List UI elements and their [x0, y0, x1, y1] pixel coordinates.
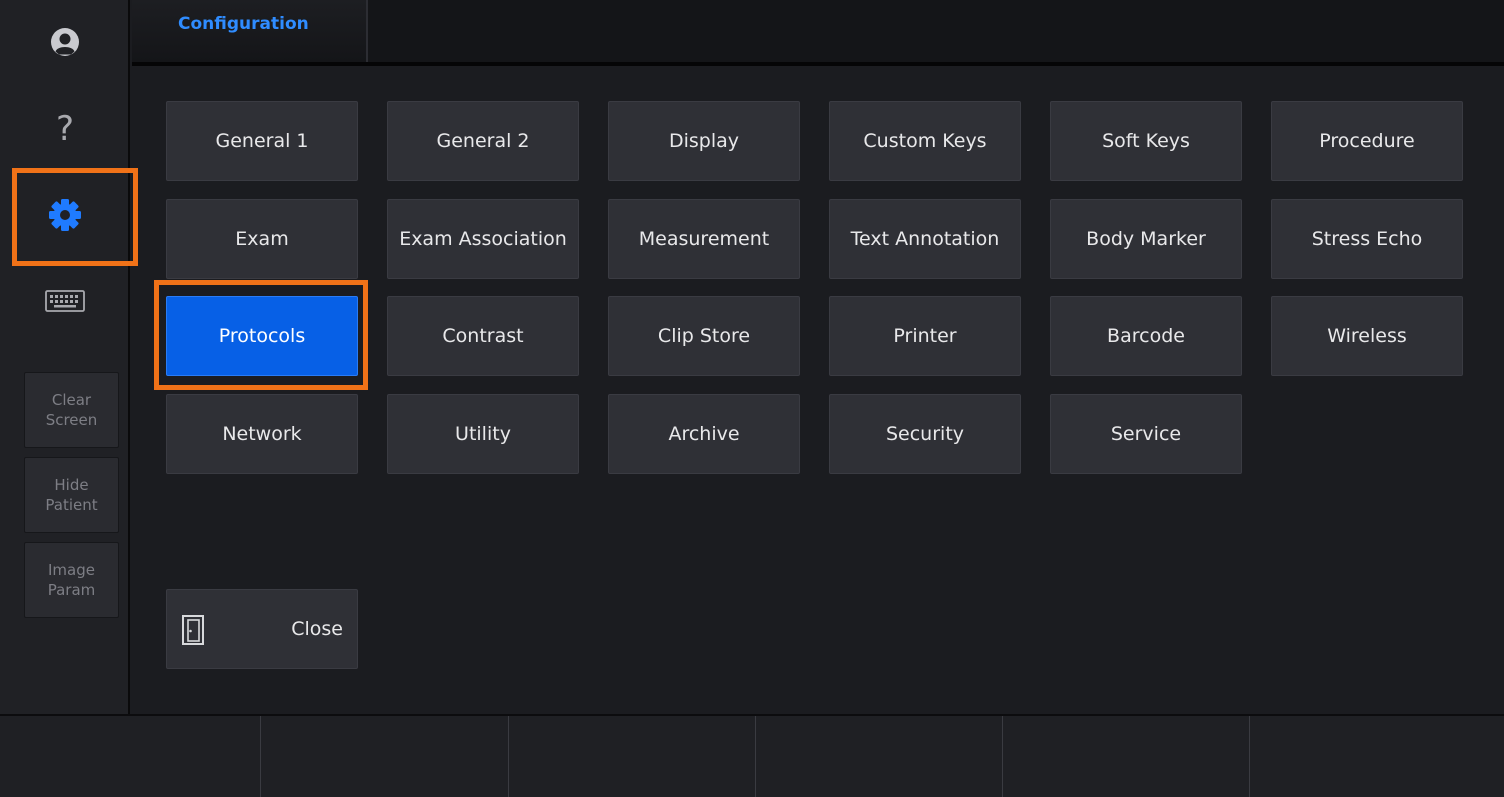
config-button-general-2[interactable]: General 2	[387, 101, 579, 181]
user-icon[interactable]	[0, 20, 130, 64]
help-icon[interactable]: ?	[0, 104, 130, 154]
config-button-stress-echo[interactable]: Stress Echo	[1271, 199, 1463, 279]
config-button-soft-keys[interactable]: Soft Keys	[1050, 101, 1242, 181]
config-button-archive[interactable]: Archive	[608, 394, 800, 474]
config-button-text-annotation[interactable]: Text Annotation	[829, 199, 1021, 279]
bottom-slot[interactable]	[1003, 716, 1250, 797]
image-param-button[interactable]: Image Param	[24, 542, 119, 618]
close-label: Close	[291, 618, 343, 640]
keyboard-icon[interactable]	[0, 286, 130, 316]
config-button-network[interactable]: Network	[166, 394, 358, 474]
hide-patient-button[interactable]: Hide Patient	[24, 457, 119, 533]
bottom-slot[interactable]	[756, 716, 1003, 797]
config-button-general-1[interactable]: General 1	[166, 101, 358, 181]
clear-screen-button[interactable]: Clear Screen	[24, 372, 119, 448]
config-button-body-marker[interactable]: Body Marker	[1050, 199, 1242, 279]
config-button-security[interactable]: Security	[829, 394, 1021, 474]
bottom-slot[interactable]	[509, 716, 756, 797]
config-button-exam-association[interactable]: Exam Association	[387, 199, 579, 279]
close-button[interactable]: Close	[166, 589, 358, 669]
config-button-clip-store[interactable]: Clip Store	[608, 296, 800, 376]
sidebar: ? Clear Screen Hide Patient Image Param	[0, 0, 130, 714]
bottom-bar	[0, 714, 1504, 797]
configuration-grid: General 1 General 2 Display Custom Keys Soft…	[132, 66, 1504, 714]
config-button-printer[interactable]: Printer	[829, 296, 1021, 376]
config-button-barcode[interactable]: Barcode	[1050, 296, 1242, 376]
bottom-slot[interactable]	[1250, 716, 1504, 797]
help-glyph: ?	[55, 109, 75, 149]
config-button-service[interactable]: Service	[1050, 394, 1242, 474]
config-button-utility[interactable]: Utility	[387, 394, 579, 474]
config-button-display[interactable]: Display	[608, 101, 800, 181]
bottom-slot[interactable]	[0, 716, 261, 797]
tab-configuration[interactable]: Configuration	[132, 0, 368, 62]
door-icon	[181, 614, 205, 651]
gear-icon[interactable]	[0, 184, 130, 246]
config-button-exam[interactable]: Exam	[166, 199, 358, 279]
config-button-measurement[interactable]: Measurement	[608, 199, 800, 279]
tab-bar: Configuration	[132, 0, 1504, 66]
config-button-protocols[interactable]: Protocols	[166, 296, 358, 376]
config-button-wireless[interactable]: Wireless	[1271, 296, 1463, 376]
config-button-custom-keys[interactable]: Custom Keys	[829, 101, 1021, 181]
config-button-contrast[interactable]: Contrast	[387, 296, 579, 376]
config-button-procedure[interactable]: Procedure	[1271, 101, 1463, 181]
bottom-slot[interactable]	[261, 716, 509, 797]
